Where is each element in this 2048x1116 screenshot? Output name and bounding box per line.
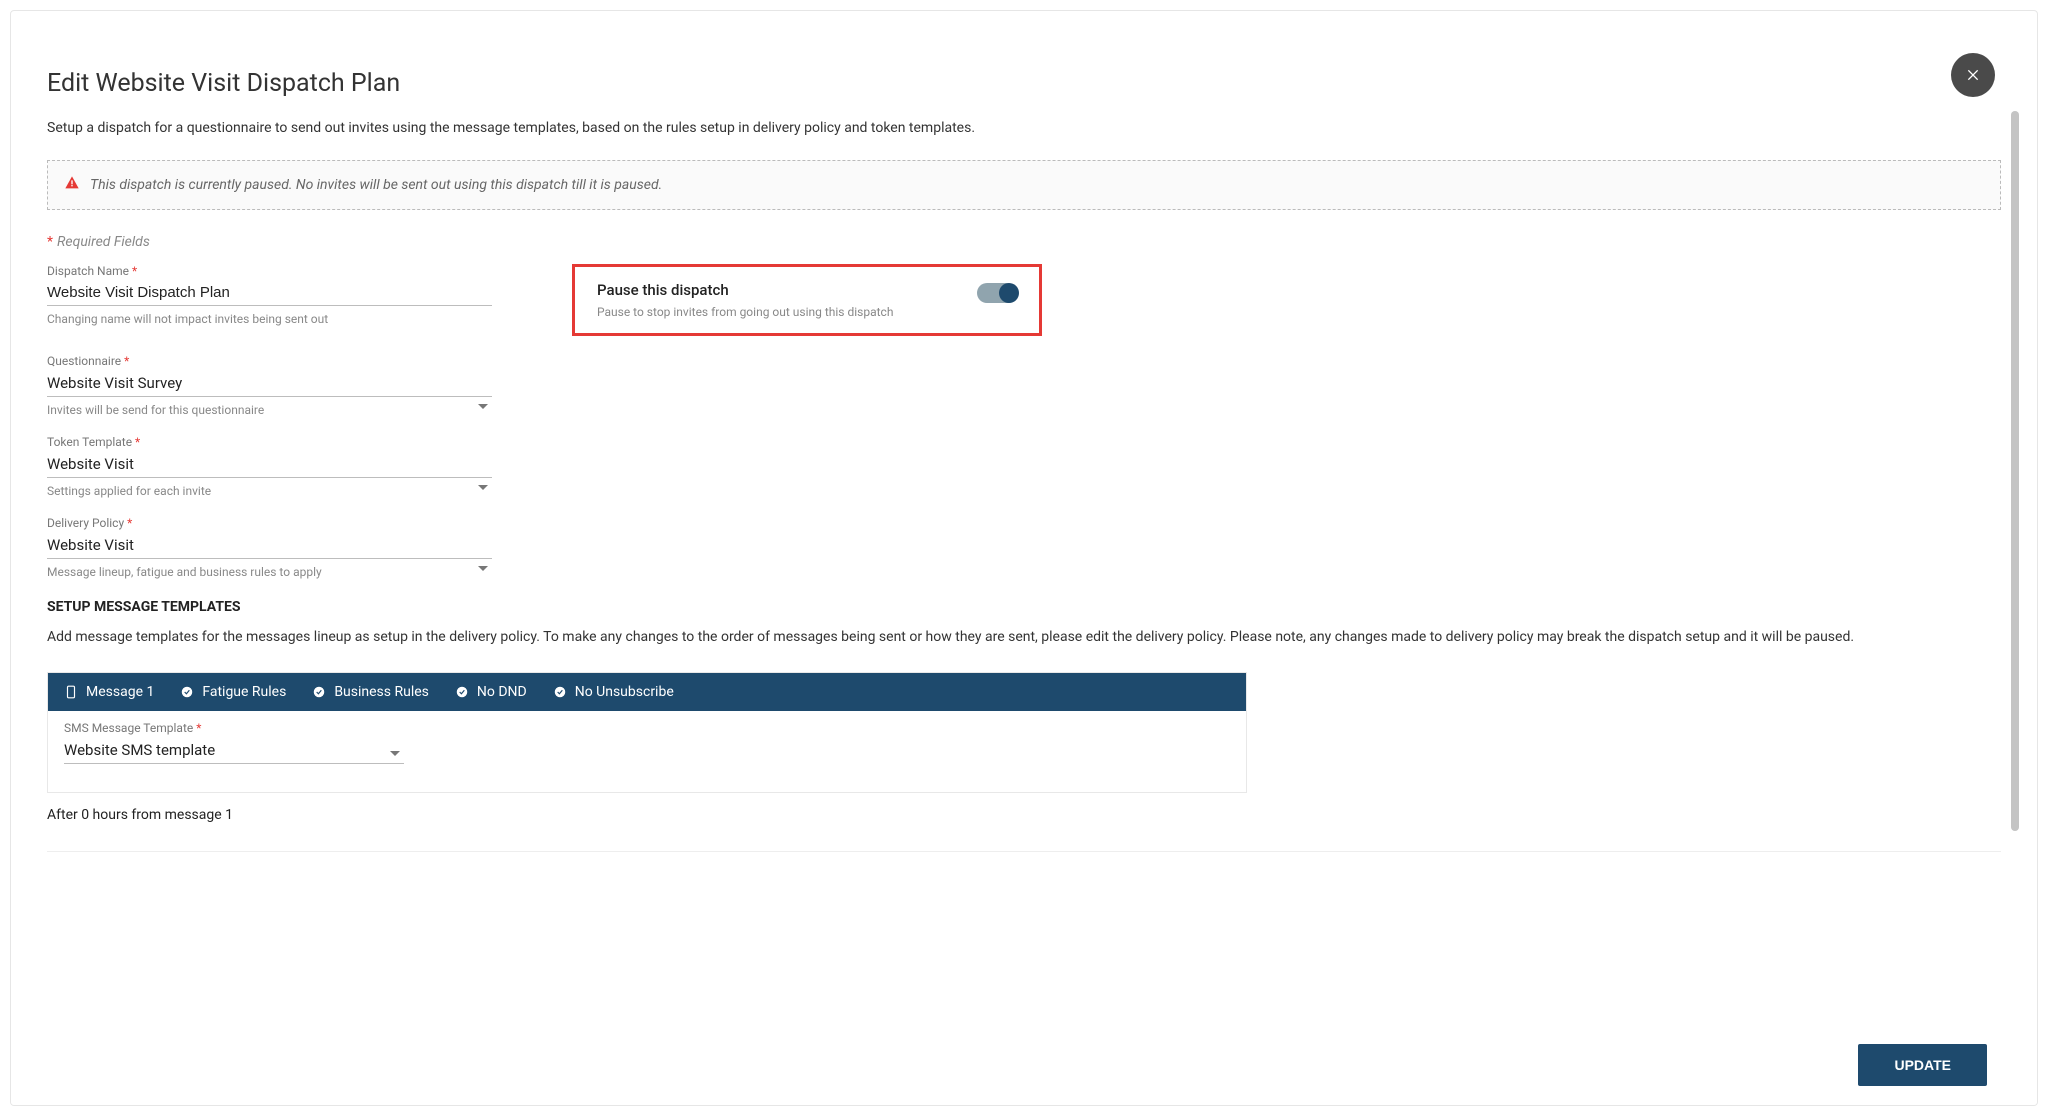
- templates-section-title: SETUP MESSAGE TEMPLATES: [47, 599, 2001, 615]
- pause-help: Pause to stop invites from going out usi…: [597, 305, 893, 319]
- chevron-down-icon: [478, 566, 488, 571]
- modal-footer: UPDATE: [11, 1025, 2037, 1105]
- chevron-down-icon: [478, 404, 488, 409]
- message-card: Message 1 Fatigue Rules Business Rules N…: [47, 672, 1247, 793]
- page-subtitle: Setup a dispatch for a questionnaire to …: [47, 120, 2001, 136]
- mobile-icon: [64, 685, 78, 699]
- dispatch-name-help: Changing name will not impact invites be…: [47, 312, 492, 326]
- pause-dispatch-card: Pause this dispatch Pause to stop invite…: [572, 264, 1042, 336]
- message-chip-label: Message 1: [86, 684, 154, 700]
- dnd-chip: No DND: [455, 684, 527, 700]
- dispatch-name-input[interactable]: [47, 278, 492, 306]
- unsub-chip-label: No Unsubscribe: [575, 684, 674, 700]
- fatigue-chip-label: Fatigue Rules: [202, 684, 286, 700]
- update-button[interactable]: UPDATE: [1858, 1044, 1987, 1086]
- dispatch-name-field: Dispatch Name * Changing name will not i…: [47, 264, 492, 336]
- delivery-policy-label: Delivery Policy *: [47, 516, 492, 530]
- token-template-value: Website Visit: [47, 449, 492, 478]
- check-circle-icon: [180, 685, 194, 699]
- chevron-down-icon: [390, 751, 400, 756]
- token-template-help: Settings applied for each invite: [47, 484, 492, 498]
- sms-template-label: SMS Message Template *: [64, 721, 404, 735]
- token-template-label: Token Template *: [47, 435, 492, 449]
- modal-container: Edit Website Visit Dispatch Plan Setup a…: [10, 10, 2038, 1106]
- templates-section-desc: Add message templates for the messages l…: [47, 627, 2001, 648]
- message-chip: Message 1: [64, 684, 154, 700]
- required-legend: *Required Fields: [47, 234, 2001, 250]
- required-legend-text: Required Fields: [57, 234, 150, 250]
- after-line: After 0 hours from message 1: [47, 807, 2001, 823]
- sms-template-value: Website SMS template: [64, 735, 404, 764]
- sms-template-field[interactable]: SMS Message Template * Website SMS templ…: [64, 721, 404, 764]
- close-button[interactable]: [1951, 53, 1995, 97]
- dnd-chip-label: No DND: [477, 684, 527, 700]
- check-circle-icon: [455, 685, 469, 699]
- questionnaire-help: Invites will be send for this questionna…: [47, 403, 492, 417]
- scrollbar[interactable]: [2011, 111, 2019, 831]
- check-circle-icon: [553, 685, 567, 699]
- delivery-policy-value: Website Visit: [47, 530, 492, 559]
- warning-icon: [64, 175, 80, 195]
- modal-content: Edit Website Visit Dispatch Plan Setup a…: [11, 11, 2037, 1025]
- check-circle-icon: [312, 685, 326, 699]
- pause-toggle[interactable]: [977, 283, 1017, 303]
- token-template-field[interactable]: Token Template * Website Visit Settings …: [47, 435, 492, 498]
- message-card-header: Message 1 Fatigue Rules Business Rules N…: [48, 673, 1246, 711]
- close-icon: [1965, 67, 1981, 83]
- chevron-down-icon: [478, 485, 488, 490]
- questionnaire-label: Questionnaire *: [47, 354, 492, 368]
- separator: [47, 851, 2001, 852]
- fatigue-chip: Fatigue Rules: [180, 684, 286, 700]
- page-title: Edit Website Visit Dispatch Plan: [47, 69, 2001, 98]
- asterisk-icon: *: [47, 234, 53, 250]
- questionnaire-value: Website Visit Survey: [47, 368, 492, 397]
- business-chip-label: Business Rules: [334, 684, 429, 700]
- unsub-chip: No Unsubscribe: [553, 684, 674, 700]
- alert-message: This dispatch is currently paused. No in…: [90, 177, 662, 193]
- pause-title: Pause this dispatch: [597, 281, 893, 299]
- delivery-policy-field[interactable]: Delivery Policy * Website Visit Message …: [47, 516, 492, 579]
- business-chip: Business Rules: [312, 684, 429, 700]
- questionnaire-field[interactable]: Questionnaire * Website Visit Survey Inv…: [47, 354, 492, 417]
- paused-alert: This dispatch is currently paused. No in…: [47, 160, 2001, 210]
- delivery-policy-help: Message lineup, fatigue and business rul…: [47, 565, 492, 579]
- scrollbar-thumb[interactable]: [2011, 111, 2019, 831]
- dispatch-name-label: Dispatch Name *: [47, 264, 492, 278]
- toggle-knob-icon: [999, 283, 1019, 303]
